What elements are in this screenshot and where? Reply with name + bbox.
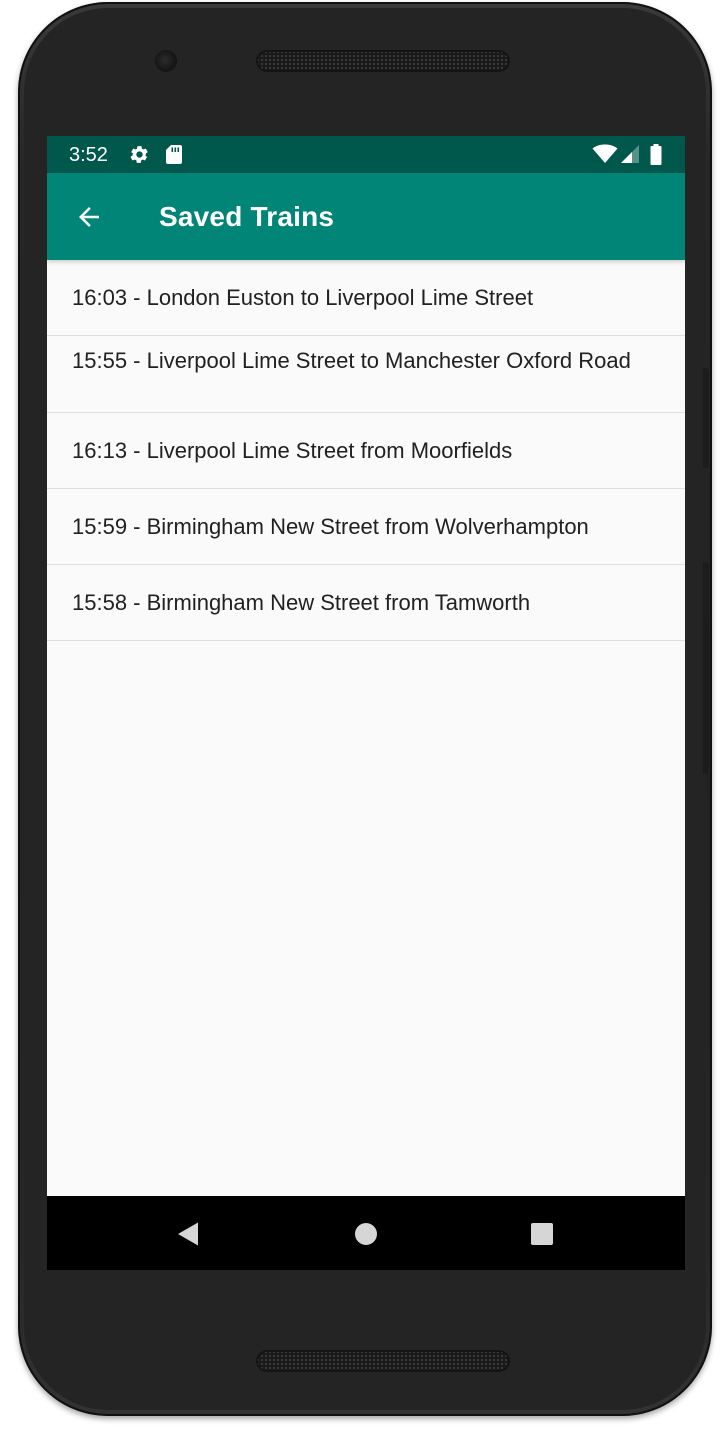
saved-train-item[interactable]: 16:03 - London Euston to Liverpool Lime … xyxy=(47,260,685,336)
nav-recents-button[interactable] xyxy=(524,1216,560,1252)
back-triangle-icon xyxy=(178,1222,198,1246)
saved-trains-list: 16:03 - London Euston to Liverpool Lime … xyxy=(47,260,685,641)
system-nav-bar xyxy=(47,1196,685,1270)
cell-signal-icon xyxy=(621,145,639,163)
sd-card-icon xyxy=(166,145,182,164)
status-bar: 3:52 xyxy=(47,136,685,173)
saved-train-item[interactable]: 15:59 - Birmingham New Street from Wolve… xyxy=(47,489,685,565)
nav-back-button[interactable] xyxy=(170,1216,206,1252)
gear-icon xyxy=(130,146,148,163)
volume-rocker xyxy=(703,562,709,774)
screen: 3:52 Saved Trains 16:03 - London Euston … xyxy=(47,136,685,1270)
front-camera xyxy=(155,50,177,72)
back-button[interactable] xyxy=(67,195,111,239)
home-circle-icon xyxy=(355,1223,377,1245)
recents-square-icon xyxy=(531,1223,553,1245)
power-button xyxy=(703,368,709,468)
arrow-back-icon xyxy=(79,207,99,227)
wifi-icon xyxy=(592,144,618,163)
status-time: 3:52 xyxy=(69,144,108,166)
saved-train-item[interactable]: 15:55 - Liverpool Lime Street to Manches… xyxy=(47,336,685,413)
nav-home-button[interactable] xyxy=(348,1216,384,1252)
page-title: Saved Trains xyxy=(159,201,335,232)
saved-train-item[interactable]: 16:13 - Liverpool Lime Street from Moorf… xyxy=(47,413,685,489)
app-bar: Saved Trains xyxy=(47,173,685,260)
bottom-speaker xyxy=(256,1350,510,1372)
saved-train-item[interactable]: 15:58 - Birmingham New Street from Tamwo… xyxy=(47,565,685,641)
earpiece-speaker xyxy=(256,50,510,72)
battery-icon xyxy=(650,144,662,165)
